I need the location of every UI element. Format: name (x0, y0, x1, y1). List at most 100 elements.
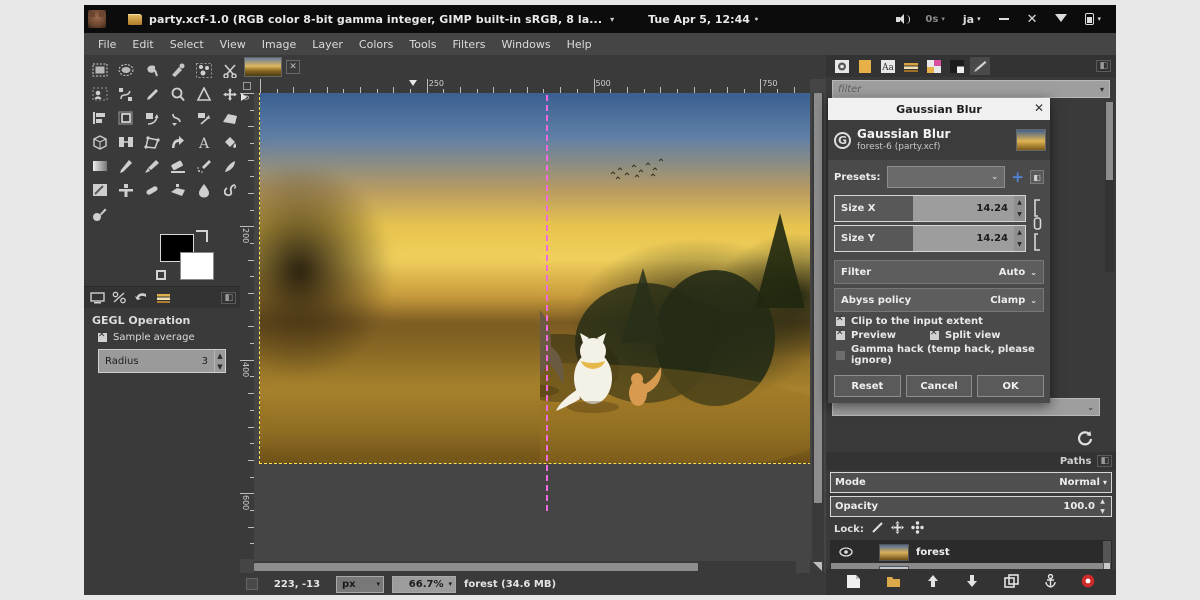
size-x-stepper[interactable]: ▲ ▼ (1014, 196, 1025, 221)
blur-sharpen-tool[interactable] (191, 178, 217, 202)
volume-button[interactable] (887, 13, 916, 25)
gradients-icon[interactable] (924, 57, 944, 75)
eye-icon[interactable] (835, 547, 857, 557)
dock-collapse-button[interactable]: ◧ (1096, 60, 1111, 72)
reset-button[interactable]: Reset (834, 375, 901, 397)
size-y-field[interactable]: Size Y 14.24 ▲ ▼ (834, 225, 1026, 252)
opacity-stepper[interactable]: ▲ ▼ (1098, 497, 1107, 516)
sample-average-checkbox[interactable]: Sample average (98, 330, 234, 343)
mypaint-brush-tool[interactable] (87, 178, 113, 202)
preview-checkbox[interactable]: Preview (836, 328, 896, 341)
chain-link-icon[interactable] (1030, 195, 1044, 255)
pointer-icon[interactable] (132, 289, 151, 306)
lock-alpha-icon[interactable] (911, 521, 924, 537)
perspective-clone-tool[interactable] (165, 178, 191, 202)
eraser-tool[interactable] (165, 154, 191, 178)
timer-indicator[interactable]: 0s ▾ (916, 14, 953, 25)
scale-tool[interactable] (165, 106, 191, 130)
new-layer-icon[interactable] (846, 573, 861, 592)
undo-history-icon[interactable] (110, 289, 129, 306)
filter-search-input[interactable]: filter ▾ (832, 80, 1110, 98)
radius-stepper[interactable]: ▲ ▼ (214, 350, 225, 372)
menu-windows[interactable]: Windows (493, 36, 558, 53)
measure-tool[interactable] (191, 82, 217, 106)
lock-pixels-icon[interactable] (871, 521, 884, 537)
menu-layer[interactable]: Layer (304, 36, 351, 53)
cancel-button[interactable]: Cancel (905, 375, 973, 397)
color-picker-tool[interactable] (139, 82, 165, 106)
shear-tool[interactable] (191, 106, 217, 130)
brush-list-scrollbar[interactable] (1105, 102, 1114, 272)
filter-selector[interactable]: Filter Auto ⌄ (834, 260, 1044, 284)
menu-filters[interactable]: Filters (444, 36, 493, 53)
toolbox-collapse-button[interactable]: ◧ (221, 291, 236, 304)
scrollbar-thumb[interactable] (1106, 102, 1113, 181)
vertical-ruler[interactable]: 0 200 400 600 (240, 93, 254, 559)
menu-tools[interactable]: Tools (401, 36, 444, 53)
size-y-value[interactable]: 14.24 (913, 226, 1014, 251)
crop-tool[interactable] (113, 106, 139, 130)
size-x-field[interactable]: Size X 14.24 ▲ ▼ (834, 195, 1026, 222)
foreground-select-tool[interactable] (87, 82, 113, 106)
minimize-button[interactable] (990, 18, 1018, 20)
handle-transform-tool[interactable] (139, 130, 165, 154)
presets-menu-button[interactable]: ◧ (1030, 170, 1044, 184)
unit-selector[interactable]: px ▾ (336, 575, 384, 593)
tab-paths[interactable]: Paths (1060, 456, 1092, 467)
paintbrush-tool[interactable] (139, 154, 165, 178)
zoom-selector[interactable]: 66.7% ▾ (392, 575, 456, 593)
paintbrush-icon[interactable] (970, 57, 990, 75)
blend-mode-selector[interactable]: Mode Normal ▾ (830, 472, 1112, 493)
alignment-tool[interactable] (87, 106, 113, 130)
paths-collapse-button[interactable]: ◧ (1097, 455, 1112, 467)
menu-colors[interactable]: Colors (351, 36, 401, 53)
split-view-checkbox[interactable]: Split view (930, 328, 1000, 341)
wifi-indicator[interactable] (1046, 13, 1076, 25)
chevron-down-icon[interactable]: ▾ (610, 15, 614, 24)
clip-input-extent-checkbox[interactable]: Clip to the input extent (836, 314, 1044, 327)
scrollbar-thumb[interactable] (254, 563, 699, 571)
language-indicator[interactable]: ja ▾ (954, 13, 990, 26)
pencil-tool[interactable] (113, 154, 139, 178)
select-by-color-tool[interactable] (191, 58, 217, 82)
warp-transform-tool[interactable] (165, 130, 191, 154)
battery-indicator[interactable]: ▾ (1076, 13, 1110, 25)
text-tool[interactable]: A (191, 130, 217, 154)
fonts-icon[interactable]: Aa (878, 57, 898, 75)
menu-file[interactable]: File (90, 36, 124, 53)
raise-layer-icon[interactable] (926, 573, 940, 592)
free-select-tool[interactable] (139, 58, 165, 82)
delete-layer-icon[interactable] (1081, 573, 1095, 592)
ellipse-select-tool[interactable] (113, 58, 139, 82)
gradient-tool[interactable] (87, 154, 113, 178)
zoom-tool[interactable] (165, 82, 191, 106)
image-thumbnail[interactable] (244, 57, 282, 77)
quickmask-icon[interactable] (246, 578, 258, 590)
airbrush-tool[interactable] (191, 154, 217, 178)
paths-tool[interactable] (113, 82, 139, 106)
swap-colors-icon[interactable] (196, 230, 208, 242)
gamma-hack-checkbox[interactable]: Gamma hack (temp hack, please ignore) (836, 344, 1044, 366)
radius-spinner[interactable]: Radius 3 ▲ ▼ (98, 349, 226, 373)
navigation-button[interactable] (810, 559, 824, 573)
ok-button[interactable]: OK (977, 375, 1045, 397)
palettes-icon[interactable] (947, 57, 967, 75)
menu-help[interactable]: Help (559, 36, 600, 53)
clone-tool[interactable] (113, 178, 139, 202)
lock-position-icon[interactable] (890, 521, 904, 537)
duplicate-layer-icon[interactable] (1003, 573, 1019, 592)
layer-row-forest[interactable]: forest (831, 541, 1111, 563)
rotate-tool[interactable] (139, 106, 165, 130)
unified-transform-tool[interactable] (113, 130, 139, 154)
heal-tool[interactable] (139, 178, 165, 202)
abyss-policy-selector[interactable]: Abyss policy Clamp ⌄ (834, 288, 1044, 312)
size-y-stepper[interactable]: ▲ ▼ (1014, 226, 1025, 251)
horizontal-ruler[interactable]: 2505007501000 (254, 79, 810, 93)
new-group-icon[interactable] (886, 573, 901, 592)
close-icon[interactable]: ✕ (1034, 101, 1044, 115)
lower-layer-icon[interactable] (965, 573, 979, 592)
menu-edit[interactable]: Edit (124, 36, 161, 53)
brushes-icon[interactable] (855, 57, 875, 75)
transform-3d-tool[interactable] (87, 130, 113, 154)
split-view-divider[interactable] (546, 93, 548, 511)
